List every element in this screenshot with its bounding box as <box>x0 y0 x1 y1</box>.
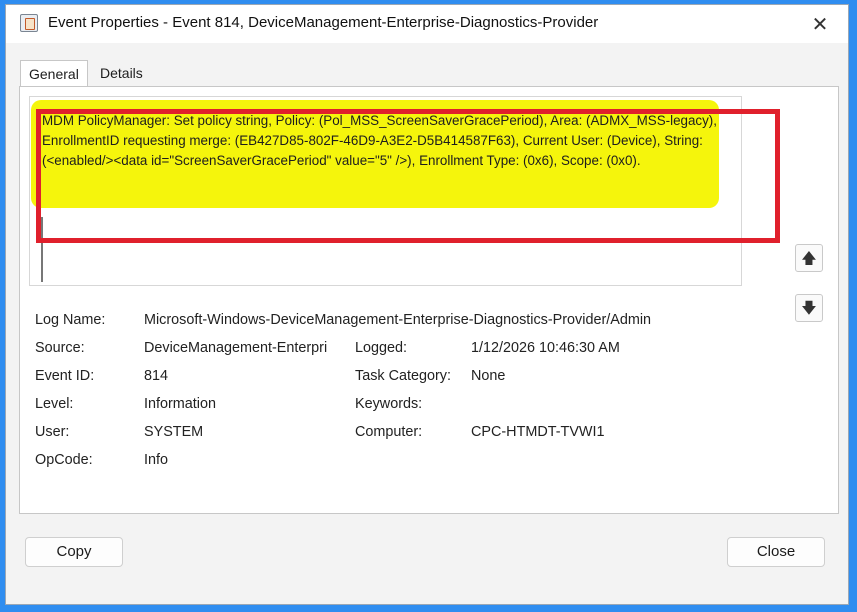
user-label: User: <box>35 424 70 440</box>
event-properties-window: Event Properties - Event 814, DeviceMana… <box>5 4 849 605</box>
tab-general[interactable]: General <box>20 60 88 87</box>
opcode-label: OpCode: <box>35 452 93 468</box>
log-name-value: Microsoft-Windows-DeviceManagement-Enter… <box>144 312 652 328</box>
arrow-down-icon: 🡇 <box>801 299 817 317</box>
general-panel: MDM PolicyManager: Set policy string, Po… <box>19 86 839 514</box>
keywords-label: Keywords: <box>355 396 423 412</box>
level-value: Information <box>144 396 216 412</box>
previous-event-button[interactable]: 🡅 <box>795 244 823 272</box>
next-event-button[interactable]: 🡇 <box>795 294 823 322</box>
source-label: Source: <box>35 340 85 356</box>
annotation-red-box <box>36 109 780 243</box>
task-category-label: Task Category: <box>355 368 451 384</box>
logged-label: Logged: <box>355 340 408 356</box>
user-value: SYSTEM <box>144 424 204 440</box>
computer-label: Computer: <box>355 424 423 440</box>
close-button[interactable]: Close <box>727 537 825 567</box>
title-bar: Event Properties - Event 814, DeviceMana… <box>6 5 848 43</box>
copy-button[interactable]: Copy <box>25 537 123 567</box>
window-close-button[interactable]: ✕ <box>806 10 834 38</box>
event-id-label: Event ID: <box>35 368 95 384</box>
event-id-value: 814 <box>144 368 169 384</box>
tab-details[interactable]: Details <box>92 60 151 87</box>
level-label: Level: <box>35 396 74 412</box>
opcode-value: Info <box>144 452 169 468</box>
window-title: Event Properties - Event 814, DeviceMana… <box>48 14 599 31</box>
logged-value: 1/12/2026 10:46:30 AM <box>471 340 620 356</box>
source-value: DeviceManagement-Enterpri <box>144 340 328 356</box>
computer-value: CPC-HTMDT-TVWI1 <box>471 424 605 440</box>
arrow-up-icon: 🡅 <box>801 249 817 267</box>
log-name-label: Log Name: <box>35 312 106 328</box>
event-viewer-icon <box>20 14 38 32</box>
task-category-value: None <box>471 368 506 384</box>
